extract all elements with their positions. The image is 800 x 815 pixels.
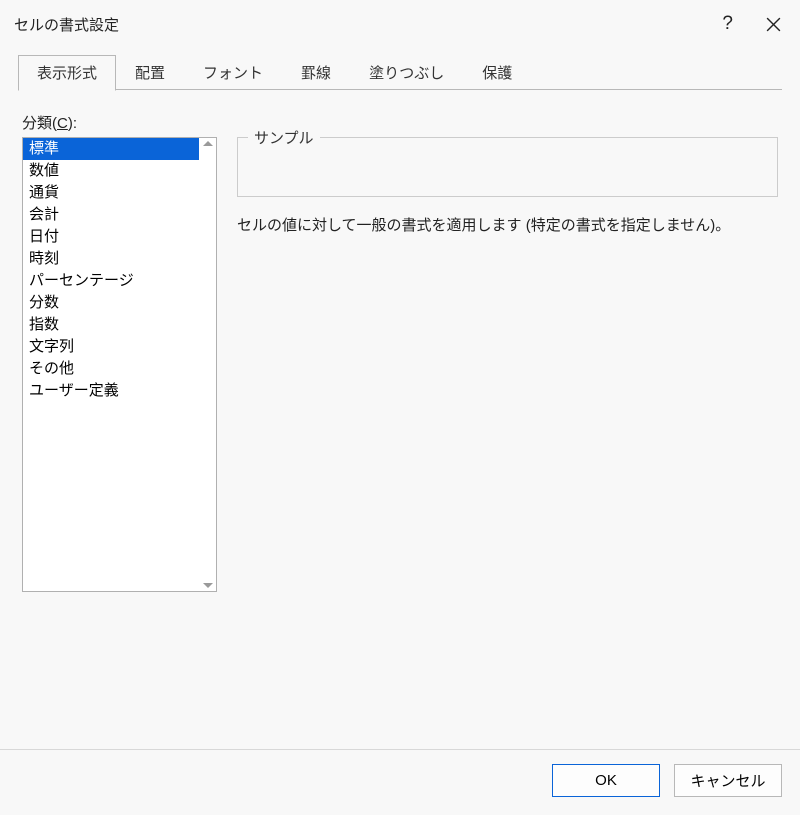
list-item-label: 数値: [29, 162, 59, 179]
list-item-label: その他: [29, 360, 74, 377]
right-pane: サンプル セルの値に対して一般の書式を適用します (特定の書式を指定しません)。: [237, 137, 778, 443]
sample-legend: サンプル: [248, 127, 320, 148]
list-item-label: ユーザー定義: [29, 382, 119, 399]
close-icon: [765, 16, 782, 33]
list-item-label: 通貨: [29, 184, 59, 201]
tab-content: 分類(C): 標準 数値 通貨 会計 日付 時刻 パーセンテージ 分数 指数: [0, 90, 800, 749]
category-listbox-items: 標準 数値 通貨 会計 日付 時刻 パーセンテージ 分数 指数 文字列 その他 …: [23, 138, 199, 591]
category-label: 分類(C):: [22, 112, 778, 133]
category-label-post: ):: [68, 115, 77, 132]
tab-fill[interactable]: 塗りつぶし: [350, 55, 463, 91]
list-item-label: 日付: [29, 228, 59, 245]
scroll-down-icon[interactable]: [203, 583, 213, 588]
help-button[interactable]: ?: [722, 13, 733, 35]
dialog-buttons: OK キャンセル: [0, 750, 800, 815]
list-item-label: 標準: [29, 140, 59, 157]
category-item-accounting[interactable]: 会計: [23, 204, 199, 226]
tab-label: 保護: [482, 65, 512, 82]
list-item-label: 文字列: [29, 338, 74, 355]
tab-label: 塗りつぶし: [369, 65, 444, 82]
tab-label: 配置: [135, 65, 165, 82]
tab-border[interactable]: 罫線: [282, 55, 350, 91]
listbox-scrollbar[interactable]: [199, 138, 216, 591]
title-bar-controls: ?: [722, 13, 782, 35]
format-description: セルの値に対して一般の書式を適用します (特定の書式を指定しません)。: [237, 215, 778, 236]
category-item-date[interactable]: 日付: [23, 226, 199, 248]
tab-label: 罫線: [301, 65, 331, 82]
tab-alignment[interactable]: 配置: [116, 55, 184, 91]
sample-group: サンプル: [237, 137, 778, 197]
content-row: 標準 数値 通貨 会計 日付 時刻 パーセンテージ 分数 指数 文字列 その他 …: [22, 137, 778, 443]
list-item-label: 時刻: [29, 250, 59, 267]
category-item-currency[interactable]: 通貨: [23, 182, 199, 204]
close-button[interactable]: [765, 16, 782, 33]
category-item-text[interactable]: 文字列: [23, 336, 199, 358]
tab-protection[interactable]: 保護: [463, 55, 531, 91]
category-item-custom[interactable]: ユーザー定義: [23, 380, 199, 402]
list-item-label: パーセンテージ: [29, 272, 134, 289]
list-item-label: 会計: [29, 206, 59, 223]
tab-strip: 表示形式 配置 フォント 罫線 塗りつぶし 保護: [0, 48, 800, 90]
category-item-general[interactable]: 標準: [23, 138, 199, 160]
category-item-percentage[interactable]: パーセンテージ: [23, 270, 199, 292]
tab-label: フォント: [203, 65, 263, 82]
tab-font[interactable]: フォント: [184, 55, 282, 91]
category-listbox[interactable]: 標準 数値 通貨 会計 日付 時刻 パーセンテージ 分数 指数 文字列 その他 …: [22, 137, 217, 592]
tab-number-format[interactable]: 表示形式: [18, 55, 116, 91]
dialog-title: セルの書式設定: [14, 14, 119, 35]
scroll-up-icon[interactable]: [203, 141, 213, 146]
ok-button[interactable]: OK: [552, 764, 660, 797]
category-item-fraction[interactable]: 分数: [23, 292, 199, 314]
cancel-button[interactable]: キャンセル: [674, 764, 782, 797]
title-bar: セルの書式設定 ?: [0, 0, 800, 48]
category-label-accel: C: [57, 115, 68, 132]
category-item-time[interactable]: 時刻: [23, 248, 199, 270]
list-item-label: 指数: [29, 316, 59, 333]
list-item-label: 分数: [29, 294, 59, 311]
category-item-number[interactable]: 数値: [23, 160, 199, 182]
category-label-pre: 分類(: [22, 115, 57, 132]
category-item-special[interactable]: その他: [23, 358, 199, 380]
category-item-scientific[interactable]: 指数: [23, 314, 199, 336]
tab-label: 表示形式: [37, 65, 97, 82]
format-cells-dialog: セルの書式設定 ? 表示形式 配置 フォント 罫線 塗りつぶし 保護 分類(C)…: [0, 0, 800, 815]
